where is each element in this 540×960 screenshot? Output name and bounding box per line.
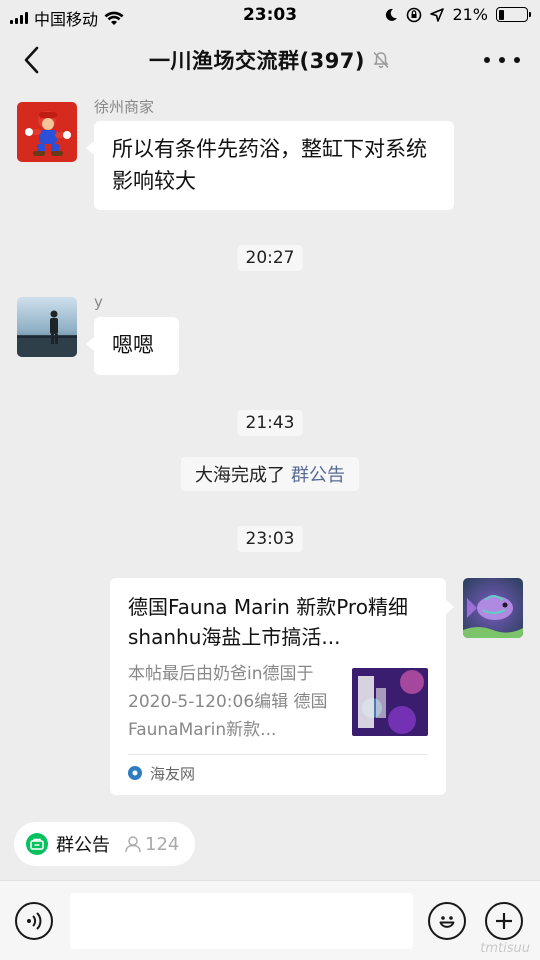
location-arrow-icon [430, 7, 445, 22]
link-card-body: 本帖最后由奶爸in德国于2020-5-120:06编辑 德国FaunaMarin… [128, 660, 428, 744]
person-sea-avatar-icon [17, 297, 77, 357]
voice-icon [27, 912, 42, 930]
timestamp: 20:27 [237, 245, 303, 271]
group-notice-count: 124 [124, 834, 179, 855]
link-card-description: 本帖最后由奶爸in德国于2020-5-120:06编辑 德国FaunaMarin… [128, 664, 328, 740]
system-message-text: 大海完成了 [195, 465, 285, 486]
message-bubble[interactable]: 嗯嗯 [86, 317, 179, 375]
message-text: 嗯嗯 [112, 333, 154, 357]
status-right: 21% [384, 5, 531, 24]
back-button[interactable] [16, 44, 46, 76]
voice-button[interactable] [15, 902, 53, 940]
emoji-icon [439, 916, 455, 928]
mario-avatar-icon [17, 102, 77, 162]
group-notice-icon [26, 833, 48, 855]
link-card-thumbnail [352, 668, 428, 736]
avatar-y[interactable] [17, 297, 77, 357]
more-dot [499, 57, 505, 63]
message-input[interactable] [70, 893, 413, 949]
more-button[interactable] [484, 48, 520, 72]
source-icon [128, 766, 142, 780]
link-card[interactable]: 德国Fauna Marin 新款Pro精细shanhu海盐上市搞活... 本帖最… [110, 578, 454, 795]
group-notice-chip[interactable]: 群公告 124 [14, 822, 196, 866]
input-bar: tmtisuu [0, 880, 540, 960]
more-dot [484, 57, 490, 63]
sender-name: y [94, 293, 103, 311]
moon-icon [386, 8, 398, 21]
link-card-source: 海友网 [128, 755, 428, 791]
battery-fill [498, 9, 505, 20]
chat-area[interactable]: 徐州商家 所以有条件先药浴，整缸下对系统影响较大 20:27 y 嗯嗯 21:4… [0, 90, 540, 810]
avatar-self[interactable] [463, 578, 523, 638]
orientation-lock-icon [407, 7, 422, 22]
more-dot [514, 57, 520, 63]
system-message: 大海完成了 群公告 [181, 457, 359, 491]
timestamp: 23:03 [237, 526, 303, 552]
plus-icon [496, 913, 512, 929]
plus-button[interactable] [485, 902, 523, 940]
nav-bar: 一川渔场交流群(397) [0, 30, 540, 90]
battery-percent: 21% [452, 5, 488, 24]
group-notice-label: 群公告 [56, 835, 110, 856]
link-card-source-name: 海友网 [150, 764, 196, 783]
group-notice-link[interactable]: 群公告 [291, 465, 345, 486]
fish-avatar-icon [463, 578, 523, 638]
avatar-xuzhou[interactable] [17, 102, 77, 162]
person-icon [125, 836, 141, 853]
timestamp: 21:43 [237, 410, 303, 436]
battery-icon [496, 7, 531, 22]
member-count: 124 [145, 833, 180, 855]
link-card-title: 德国Fauna Marin 新款Pro精细shanhu海盐上市搞活... [128, 595, 408, 649]
emoji-button[interactable] [428, 902, 466, 940]
message-bubble[interactable]: 所以有条件先药浴，整缸下对系统影响较大 [86, 121, 454, 210]
watermark: tmtisuu [480, 941, 530, 956]
nav-title-wrap: 一川渔场交流群(397) [149, 45, 391, 75]
back-icon [24, 46, 39, 74]
page-title: 一川渔场交流群(397) [148, 49, 366, 73]
status-bar: 中国移动 23:03 21% [0, 0, 540, 30]
mute-bell-icon [373, 51, 389, 69]
message-text: 所以有条件先药浴，整缸下对系统影响较大 [112, 137, 427, 193]
sender-name: 徐州商家 [94, 98, 155, 116]
salt-product-image [352, 668, 428, 736]
